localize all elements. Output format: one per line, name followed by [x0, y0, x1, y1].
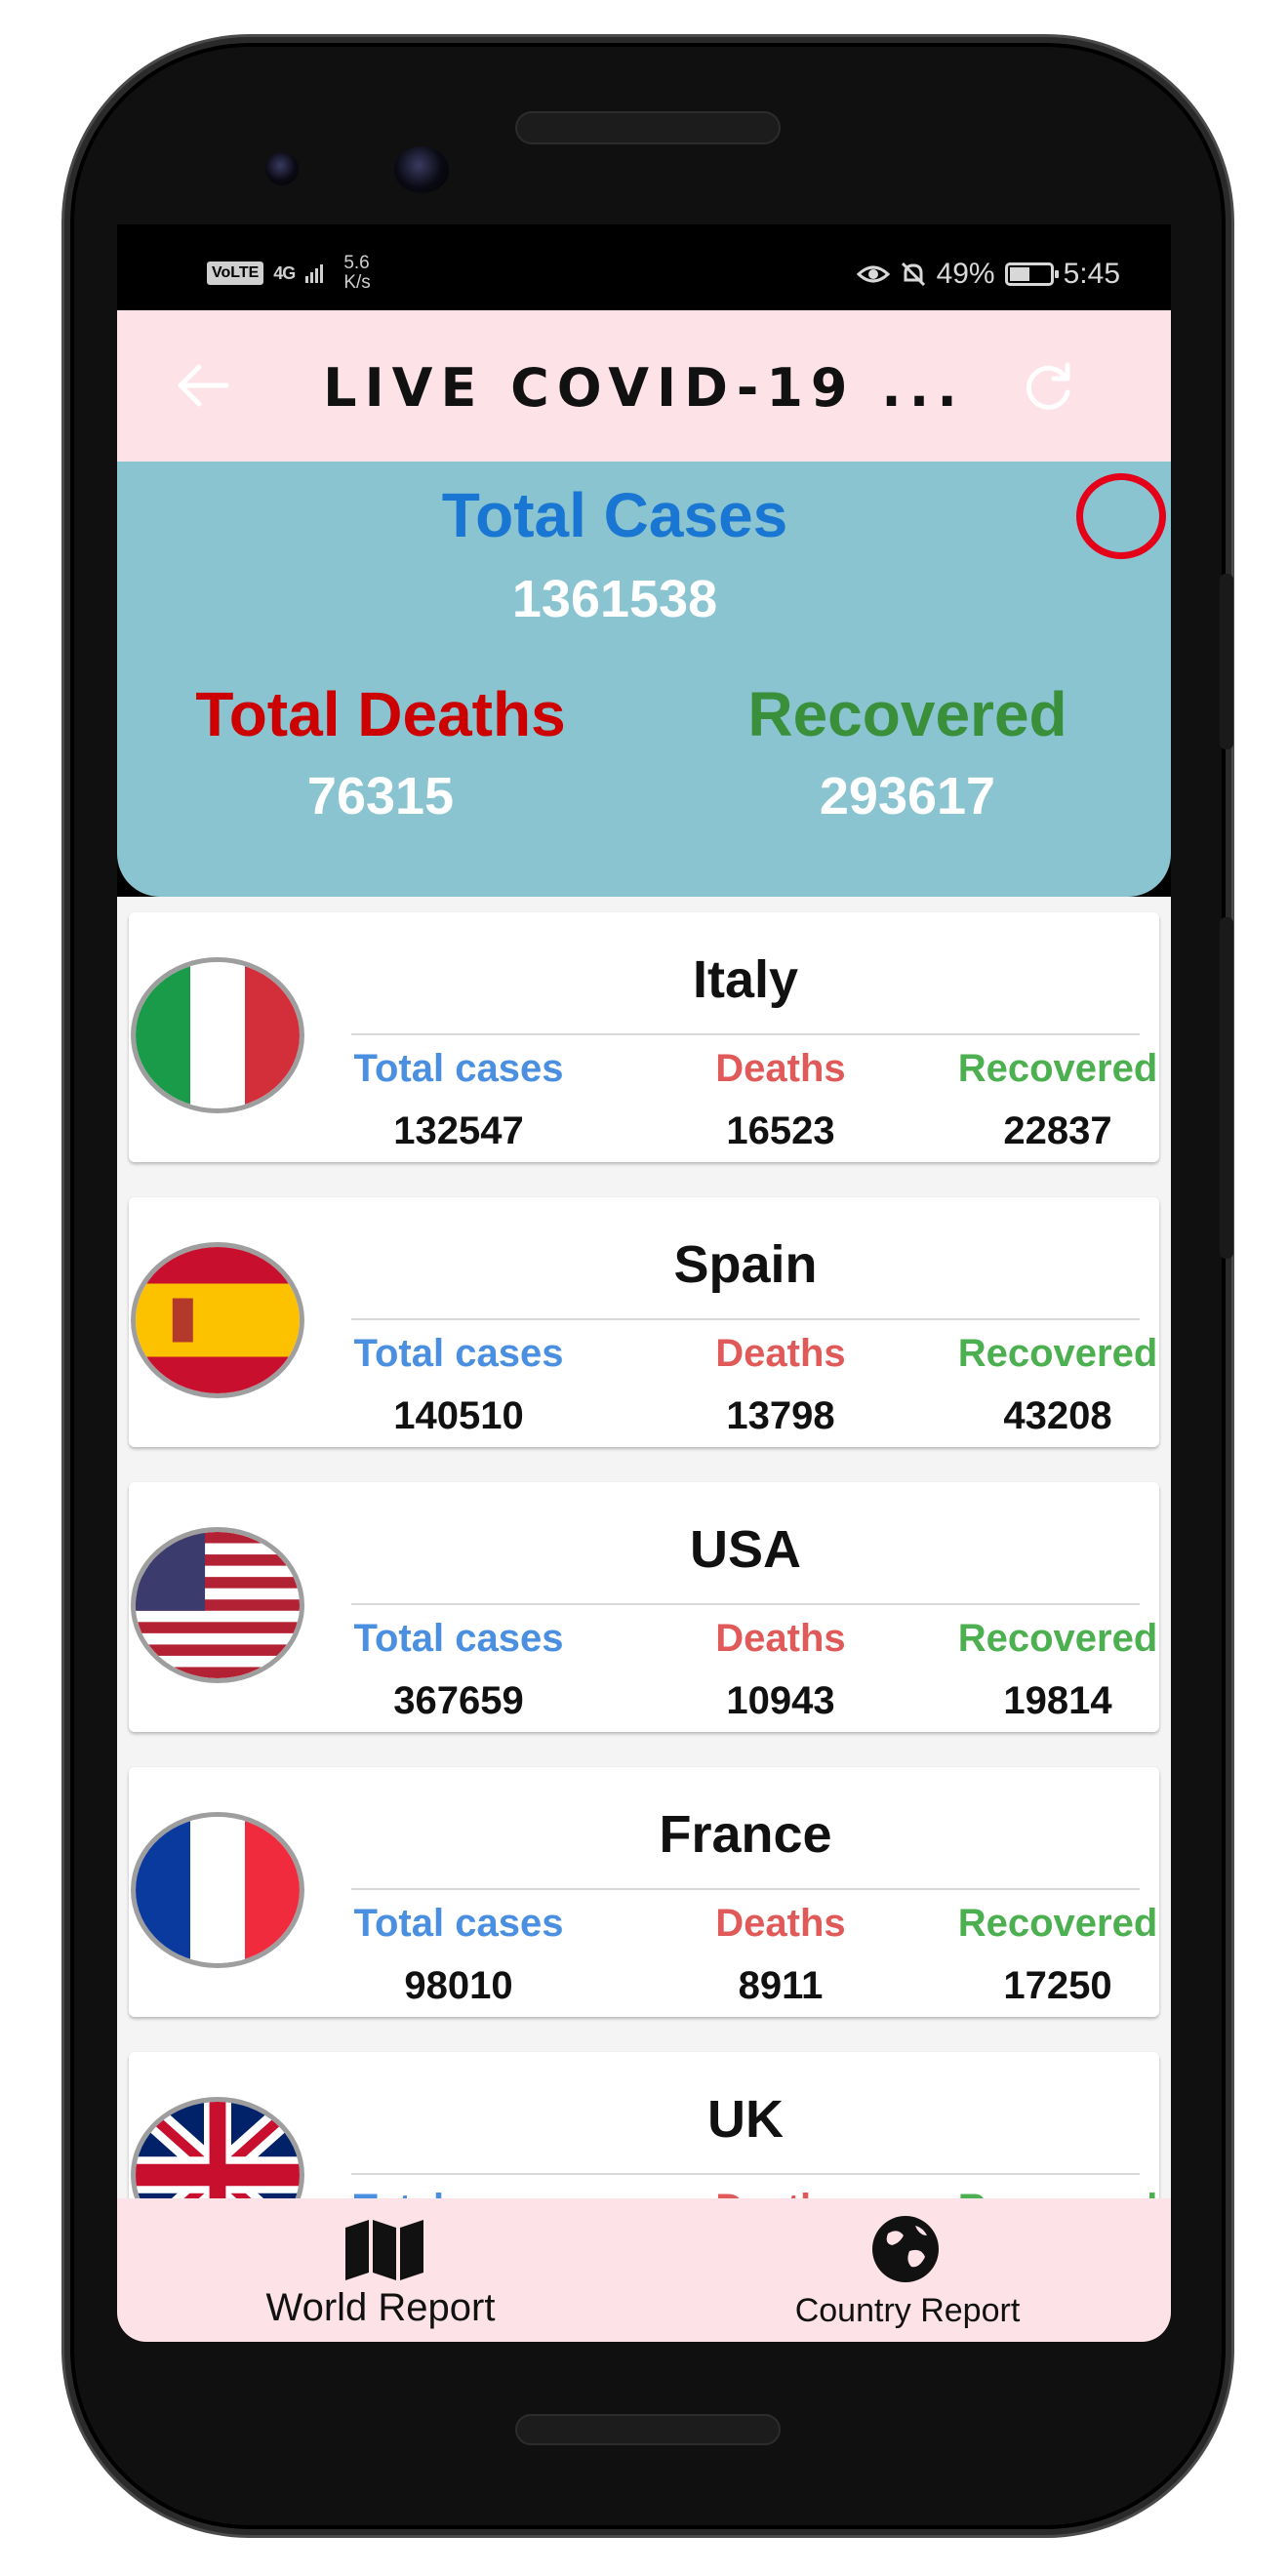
cases-value: 98010 [404, 1964, 513, 2007]
network-speed: 5.6 K/s [343, 253, 371, 293]
country-card-italy[interactable]: Italy Total cases Deaths Recovered 13254… [129, 912, 1159, 1162]
power-button [1220, 917, 1233, 1259]
recovered-value: 19814 [1003, 1679, 1112, 1722]
divider [351, 1033, 1140, 1035]
deaths-column-label: Deaths [715, 1332, 846, 1375]
total-deaths-value: 76315 [306, 767, 455, 825]
highlight-circle [1076, 473, 1166, 559]
bottom-speaker [515, 2414, 781, 2445]
cases-value: 140510 [393, 1394, 524, 1437]
phone-screen: VoLTE 4G 5.6 K/s 49% 5:45 LIVE COVID-19 … [117, 224, 1171, 2342]
country-card-uk[interactable]: UK Total cases Deaths Recovered [129, 2052, 1159, 2198]
country-name: Spain [673, 1235, 818, 1294]
flag-uk-icon [131, 2097, 304, 2198]
world-report-tab[interactable]: World Report [117, 2198, 644, 2342]
total-cases-label: Total Cases [441, 480, 788, 550]
recovered-value: 43208 [1003, 1394, 1112, 1437]
flag-france-icon [131, 1812, 304, 1968]
page-title: LIVE COVID-19 ... [323, 357, 965, 419]
flag-spain-icon [131, 1242, 304, 1398]
volte-indicator: VoLTE [207, 262, 264, 285]
bottom-navigation: World Report Country Report [117, 2198, 1171, 2342]
divider [351, 1318, 1140, 1320]
status-bar: VoLTE 4G 5.6 K/s 49% 5:45 [117, 224, 1171, 310]
world-summary-card: Total Cases 1361538 Total Deaths 76315 R… [117, 462, 1171, 897]
volume-button [1220, 574, 1233, 749]
cases-value: 132547 [393, 1109, 524, 1152]
country-list[interactable]: Italy Total cases Deaths Recovered 13254… [117, 897, 1171, 2198]
world-report-label: World Report [265, 2286, 496, 2329]
deaths-value: 8911 [738, 1964, 824, 2007]
deaths-value: 13798 [726, 1394, 835, 1437]
divider [351, 2173, 1140, 2175]
country-name: UK [707, 2090, 784, 2149]
battery-percent: 49% [936, 258, 995, 290]
total-cases-column-label: Total cases [332, 2187, 585, 2198]
recovered-column-label: Recovered [957, 1047, 1158, 1090]
recovered-label: Recovered [747, 679, 1067, 749]
country-card-spain[interactable]: Spain Total cases Deaths Recovered 14051… [129, 1197, 1159, 1447]
total-cases-column-label: Total cases [353, 1332, 564, 1375]
country-name: France [659, 1805, 832, 1864]
signal-bars-icon [305, 264, 324, 283]
mute-bell-icon [901, 262, 925, 287]
app-bar: LIVE COVID-19 ... [117, 310, 1171, 462]
total-deaths-label: Total Deaths [195, 679, 566, 749]
country-card-france[interactable]: France Total cases Deaths Recovered 9801… [129, 1767, 1159, 2017]
recovered-column-label: Recovered [957, 1617, 1158, 1660]
flag-usa-icon [131, 1527, 304, 1683]
country-report-label: Country Report [794, 2292, 1021, 2329]
country-card-usa[interactable]: USA Total cases Deaths Recovered 367659 … [129, 1482, 1159, 1732]
recovered-column-label: Recovered [957, 1332, 1158, 1375]
clock: 5:45 [1063, 258, 1120, 290]
deaths-value: 16523 [726, 1109, 835, 1152]
recovered-column-label: Recovered [931, 2187, 1171, 2198]
country-name: Italy [692, 950, 799, 1009]
divider [351, 1603, 1140, 1605]
globe-icon [872, 2216, 939, 2282]
country-report-tab[interactable]: Country Report [644, 2198, 1171, 2342]
recovered-value: 17250 [1003, 1964, 1112, 2007]
front-camera-icon [394, 146, 449, 193]
eye-icon [856, 265, 890, 283]
map-icon [345, 2220, 423, 2280]
total-cases-column-label: Total cases [353, 1902, 564, 1945]
deaths-column-label: Deaths [715, 1047, 846, 1090]
network-signal-icon: 4G [273, 262, 296, 283]
earpiece-speaker [515, 111, 781, 144]
country-name: USA [689, 1520, 801, 1579]
battery-icon [1004, 262, 1059, 286]
recovered-value: 293617 [819, 767, 996, 825]
total-cases-value: 1361538 [511, 570, 718, 628]
total-cases-column-label: Total cases [353, 1617, 564, 1660]
refresh-icon[interactable] [1020, 359, 1076, 416]
flag-italy-icon [131, 957, 304, 1113]
deaths-column-label: Deaths [715, 1617, 846, 1660]
recovered-value: 22837 [1003, 1109, 1112, 1152]
deaths-value: 10943 [726, 1679, 835, 1722]
deaths-column-label: Deaths [673, 2187, 888, 2198]
sensor-icon [265, 152, 299, 185]
deaths-column-label: Deaths [715, 1902, 846, 1945]
recovered-column-label: Recovered [957, 1902, 1158, 1945]
divider [351, 1888, 1140, 1890]
cases-value: 367659 [393, 1679, 524, 1722]
total-cases-column-label: Total cases [353, 1047, 564, 1090]
